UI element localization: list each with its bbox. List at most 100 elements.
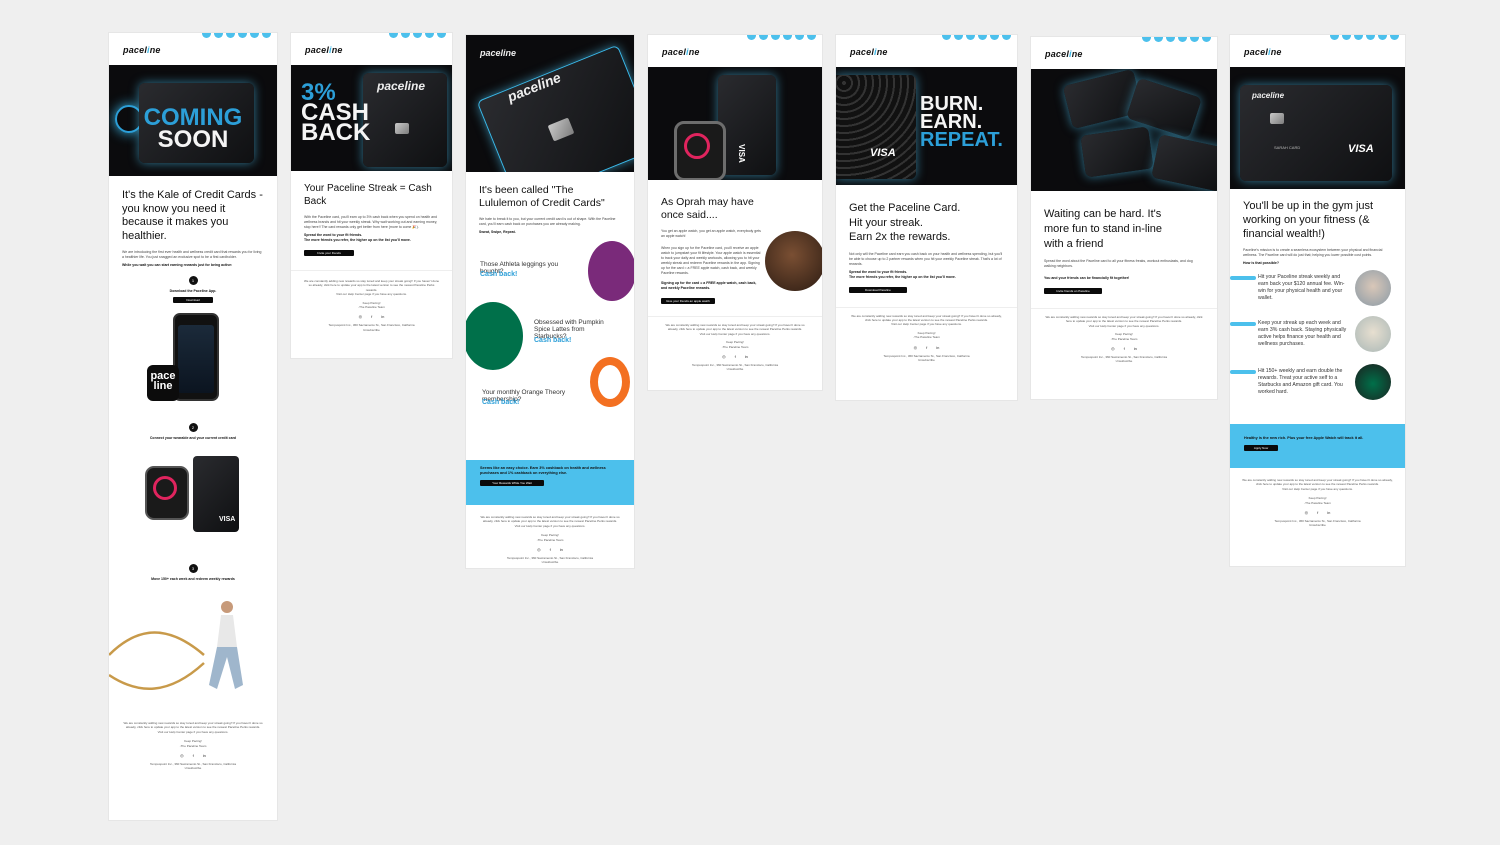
- unsubscribe-link[interactable]: Unsubscribe: [466, 560, 634, 564]
- email-footer: We are constantly adding new rewards so …: [1230, 478, 1405, 528]
- facebook-icon[interactable]: f: [926, 345, 927, 350]
- email-body: Spread the word about the Paceline card …: [1044, 259, 1193, 268]
- email-footer: We are constantly adding new rewards so …: [1031, 308, 1217, 364]
- athlete-rope-image: [109, 585, 277, 713]
- athleta-logo: [588, 241, 634, 301]
- download-paceline-button[interactable]: Download Paceline: [849, 286, 907, 293]
- instagram-icon[interactable]: ◎: [359, 314, 363, 319]
- hero-image: VISA: [648, 67, 822, 180]
- hero-image: [1031, 69, 1217, 191]
- dot-decoration: [202, 33, 271, 39]
- benefit-photo-3: [1355, 364, 1391, 400]
- email-footer: We are constantly adding new rewards so …: [836, 306, 1017, 363]
- unsubscribe-link[interactable]: Unsubscribe: [648, 367, 822, 371]
- linkedin-icon[interactable]: in: [936, 345, 939, 350]
- unsubscribe-link[interactable]: Unsubscribe: [291, 328, 452, 332]
- email-body: With the Paceline card, you'll earn up t…: [304, 215, 438, 229]
- step-2: 2 Connect your wearable and your current…: [109, 423, 277, 440]
- step-2-caption: Connect your wearable and your current c…: [149, 436, 237, 440]
- bullet-icon: [1230, 276, 1256, 280]
- rewards-button[interactable]: Your Rewards While You Wait: [480, 480, 544, 486]
- dot-decoration: [389, 33, 446, 39]
- email-headline: Your Paceline Streak = Cash Back: [304, 183, 432, 207]
- paceline-logo: paceline: [123, 45, 161, 55]
- email-lululemon: paceline paceline It's been called "The …: [466, 35, 634, 568]
- instagram-icon[interactable]: ◎: [180, 753, 184, 758]
- step-3: 3 Move 150+ each week and redeem weekly …: [109, 564, 277, 581]
- paceline-logo: paceline: [480, 48, 517, 58]
- brand-examples: Those Athleta leggings you bought? Cash …: [466, 239, 634, 429]
- email-header: paceline: [109, 33, 277, 65]
- step-1: 1 Download the Paceline App. Download: [109, 276, 277, 303]
- instagram-icon[interactable]: ◎: [1111, 346, 1115, 351]
- instagram-icon[interactable]: ◎: [1305, 510, 1309, 515]
- unsubscribe-link[interactable]: Unsubscribe: [1031, 359, 1217, 363]
- email-waiting: paceline Waiting can be hard. It's more …: [1031, 37, 1217, 399]
- hero-image: paceline SARAH CARD VISA: [1230, 67, 1405, 189]
- offer-banner: Healthy is the new rich. Plus your free …: [1230, 424, 1405, 468]
- bullet-icon: [1230, 370, 1256, 374]
- invite-friends-button[interactable]: Invite your friends: [304, 250, 354, 256]
- email-headline: As Oprah may have once said....: [661, 196, 754, 221]
- paceline-logo: paceline: [662, 47, 700, 57]
- social-icons: ◎ f in: [109, 753, 277, 758]
- facebook-icon[interactable]: f: [1124, 346, 1125, 351]
- email-footer: We are constantly adding new rewards so …: [648, 316, 822, 372]
- email-body-bold: While you wait you can start earning rew…: [122, 263, 233, 267]
- email-footer: We are constantly adding new rewards so …: [109, 721, 277, 771]
- email-headline: You'll be up in the gym just working on …: [1243, 200, 1374, 240]
- instagram-icon[interactable]: ◎: [537, 547, 541, 552]
- orangetheory-logo: [590, 357, 630, 407]
- email-coming-soon: paceline COMING SOON It's the Kale of Cr…: [109, 33, 277, 820]
- email-body: We are introducing the first ever health…: [122, 250, 262, 259]
- social-icons: ◎ f in: [1031, 346, 1217, 351]
- hero-image: paceline 3% CASH BACK: [291, 65, 452, 171]
- facebook-icon[interactable]: f: [735, 354, 736, 359]
- linkedin-icon[interactable]: in: [745, 354, 748, 359]
- linkedin-icon[interactable]: in: [203, 753, 206, 758]
- watch-card-image: VISA: [109, 446, 277, 556]
- social-icons: ◎ f in: [648, 354, 822, 359]
- linkedin-icon[interactable]: in: [1134, 346, 1137, 351]
- linkedin-icon[interactable]: in: [560, 547, 563, 552]
- email-headline: It's been called "The Lululemon of Credi…: [479, 184, 605, 209]
- benefit-photo-1: [1355, 270, 1391, 306]
- hero-image: paceline paceline: [466, 35, 634, 172]
- linkedin-icon[interactable]: in: [381, 314, 384, 319]
- download-button[interactable]: Download: [173, 297, 213, 303]
- email-body: Paceline's mission is to create a seamle…: [1243, 248, 1383, 257]
- facebook-icon[interactable]: f: [193, 753, 194, 758]
- instagram-icon[interactable]: ◎: [722, 354, 726, 359]
- facebook-icon[interactable]: f: [1317, 510, 1318, 515]
- email-cash-back: paceline paceline 3% CASH BACK Your Pace…: [291, 33, 452, 358]
- email-fitness-wealth: paceline paceline SARAH CARD VISA You'll…: [1230, 35, 1405, 566]
- offer-banner: Seems like an easy choice. Earn 3% cashb…: [466, 460, 634, 505]
- invite-friends-button[interactable]: Invite friends on Paceline: [1044, 288, 1102, 294]
- benefit-item-1: Hit your Paceline streak weekly and earn…: [1258, 274, 1345, 301]
- email-header: paceline: [1031, 37, 1217, 69]
- social-icons: ◎ f in: [291, 314, 452, 319]
- email-header: paceline: [1230, 35, 1405, 67]
- email-header: paceline: [836, 35, 1017, 67]
- unsubscribe-link[interactable]: Unsubscribe: [1230, 523, 1405, 527]
- unsubscribe-link[interactable]: Unsubscribe: [109, 766, 277, 770]
- email-burn-earn: paceline VISA BURN. EARN. REPEAT. Get th…: [836, 35, 1017, 400]
- hero-image: VISA BURN. EARN. REPEAT.: [836, 67, 1017, 185]
- instagram-icon[interactable]: ◎: [914, 345, 918, 350]
- email-oprah: paceline VISA As Oprah may have once sai…: [648, 35, 822, 390]
- hero-image: COMING SOON: [109, 65, 277, 176]
- step-3-caption: Move 150+ each week and redeem weekly re…: [151, 577, 235, 581]
- benefit-item-3: Hit 150+ weekly and earn double the rewa…: [1258, 368, 1343, 395]
- facebook-icon[interactable]: f: [550, 547, 551, 552]
- facebook-icon[interactable]: f: [371, 314, 372, 319]
- social-icons: ◎ f in: [836, 345, 1017, 350]
- social-icons: ◎ f in: [1230, 510, 1405, 515]
- give-watch-button[interactable]: Give your friends an apple watch: [661, 298, 715, 304]
- oprah-photo: [765, 231, 822, 291]
- paceline-logo: paceline: [305, 45, 343, 55]
- linkedin-icon[interactable]: in: [1327, 510, 1330, 515]
- unsubscribe-link[interactable]: Unsubscribe: [836, 358, 1017, 362]
- apply-now-button[interactable]: Apply Now: [1244, 445, 1278, 451]
- benefit-list: Hit your Paceline streak weekly and earn…: [1230, 270, 1405, 414]
- email-footer: We are constantly adding new rewards so …: [291, 270, 452, 332]
